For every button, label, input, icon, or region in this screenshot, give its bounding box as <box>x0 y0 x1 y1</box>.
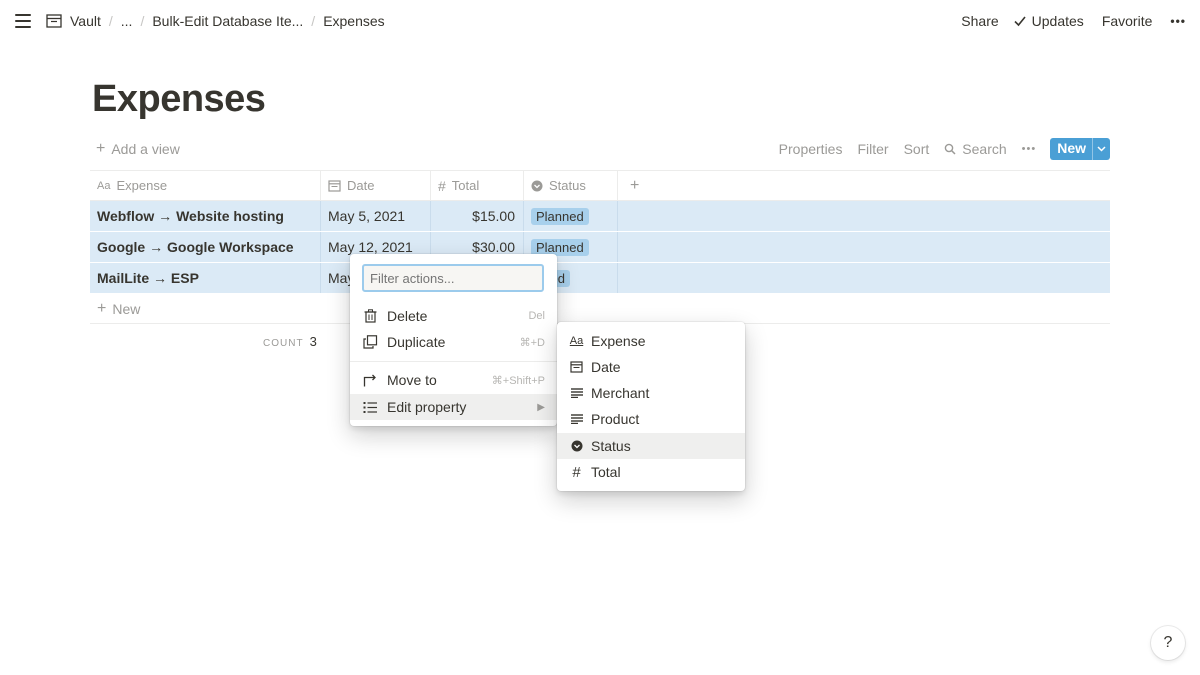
database-table: Aa Expense Date # Total Status + Webflow… <box>90 170 1110 324</box>
list-icon <box>362 399 378 415</box>
edit-property-submenu: Aa Expense Date Merchant Product Status … <box>557 322 745 491</box>
view-more-button[interactable]: ••• <box>1022 143 1037 155</box>
status-tag: Planned <box>531 207 589 225</box>
filter-actions-input[interactable] <box>362 264 544 292</box>
cell-expense[interactable]: Google → Google Workspace <box>90 232 321 262</box>
plus-icon: + <box>97 299 107 317</box>
column-header-status[interactable]: Status <box>524 171 618 200</box>
delete-menu-item[interactable]: Delete Del <box>350 303 557 329</box>
add-view-button[interactable]: + Add a view <box>96 140 180 158</box>
chevron-down-icon[interactable] <box>1092 138 1110 160</box>
number-icon: # <box>572 463 581 481</box>
table-row[interactable]: MailLite → ESP May nned <box>90 263 1110 294</box>
move-to-icon <box>362 372 378 388</box>
share-button[interactable]: Share <box>961 13 998 29</box>
edit-property-menu-item[interactable]: Edit property ▶ <box>350 394 557 420</box>
submenu-item-expense[interactable]: Aa Expense <box>557 328 745 354</box>
submenu-item-total[interactable]: # Total <box>557 459 745 485</box>
table-header: Aa Expense Date # Total Status + <box>90 170 1110 201</box>
add-view-label: Add a view <box>111 141 180 157</box>
number-icon: # <box>438 177 446 194</box>
plus-icon: + <box>96 140 106 157</box>
menu-divider <box>350 361 557 362</box>
properties-button[interactable]: Properties <box>779 141 843 157</box>
status-icon <box>531 180 543 191</box>
cell-date[interactable]: May 5, 2021 <box>321 201 431 231</box>
text-title-icon: Aa <box>97 179 111 192</box>
check-icon <box>1014 16 1026 27</box>
search-icon <box>944 143 956 155</box>
table-row[interactable]: Webflow → Website hosting May 5, 2021 $1… <box>90 201 1110 232</box>
submenu-item-merchant[interactable]: Merchant <box>557 380 745 406</box>
sort-button[interactable]: Sort <box>904 141 930 157</box>
count-value: 3 <box>309 334 317 349</box>
new-row-button[interactable]: + New <box>90 294 1110 324</box>
add-column-button[interactable]: + <box>618 171 639 200</box>
favorite-button[interactable]: Favorite <box>1102 13 1153 29</box>
new-button-label: New <box>1057 140 1086 156</box>
breadcrumb-expenses[interactable]: Expenses <box>323 13 384 29</box>
breadcrumb-ellipsis[interactable]: ... <box>121 13 133 29</box>
calendar-icon <box>328 179 341 192</box>
trash-icon <box>362 308 378 324</box>
help-button[interactable]: ? <box>1151 626 1185 660</box>
text-icon <box>569 414 584 424</box>
new-row-label: New <box>112 300 141 317</box>
text-icon <box>569 388 584 398</box>
new-button[interactable]: New <box>1050 138 1110 160</box>
status-icon <box>569 440 584 452</box>
count-label: COUNT <box>263 338 304 349</box>
submenu-item-product[interactable]: Product <box>557 406 745 432</box>
column-header-date[interactable]: Date <box>321 171 431 200</box>
top-bar: Vault / ... / Bulk-Edit Database Ite... … <box>0 0 1200 44</box>
table-row[interactable]: Google → Google Workspace May 12, 2021 $… <box>90 232 1110 263</box>
search-button[interactable]: Search <box>944 141 1007 157</box>
row-context-menu: Delete Del Duplicate ⌘+D Move to ⌘+Shift… <box>350 254 557 426</box>
duplicate-menu-item[interactable]: Duplicate ⌘+D <box>350 329 557 355</box>
status-tag: Planned <box>531 238 589 256</box>
menu-icon[interactable] <box>15 14 31 28</box>
breadcrumb-bulk-edit[interactable]: Bulk-Edit Database Ite... <box>152 13 303 29</box>
chevron-right-icon: ▶ <box>537 401 545 413</box>
calendar-icon <box>569 361 584 373</box>
database-icon <box>46 14 62 28</box>
breadcrumb-vault[interactable]: Vault <box>70 13 101 29</box>
count-summary[interactable]: COUNT 3 <box>263 334 317 349</box>
text-title-icon: Aa <box>569 335 584 347</box>
cell-expense[interactable]: Webflow → Website hosting <box>90 201 321 231</box>
filter-button[interactable]: Filter <box>857 141 888 157</box>
column-header-total[interactable]: # Total <box>431 171 524 200</box>
cell-expense[interactable]: MailLite → ESP <box>90 263 321 293</box>
column-header-expense[interactable]: Aa Expense <box>90 171 321 200</box>
updates-button[interactable]: Updates <box>1032 13 1084 29</box>
cell-status[interactable]: Planned <box>524 201 618 231</box>
more-options-button[interactable]: ••• <box>1170 14 1186 28</box>
search-label: Search <box>962 141 1007 157</box>
cell-total[interactable]: $15.00 <box>431 201 524 231</box>
submenu-item-status[interactable]: Status <box>557 433 745 459</box>
submenu-item-date[interactable]: Date <box>557 354 745 380</box>
page-title: Expenses <box>92 78 266 120</box>
plus-icon: + <box>630 176 640 194</box>
duplicate-icon <box>362 334 378 350</box>
breadcrumb: Vault / ... / Bulk-Edit Database Ite... … <box>46 13 385 29</box>
move-to-menu-item[interactable]: Move to ⌘+Shift+P <box>350 367 557 393</box>
